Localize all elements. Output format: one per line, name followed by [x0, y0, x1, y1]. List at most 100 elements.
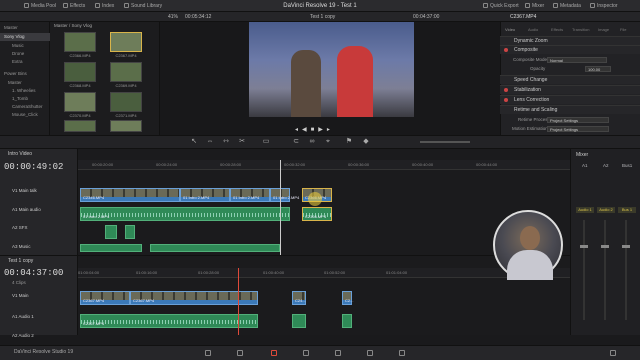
fusion-page-icon[interactable] — [303, 350, 309, 356]
timeline2-name[interactable]: Test 1 copy — [8, 258, 33, 264]
position-lock-icon[interactable]: ⌖ — [324, 138, 332, 146]
timeline2-playhead[interactable] — [238, 268, 239, 335]
cut-page-icon[interactable] — [237, 350, 243, 356]
timeline-audio-clip[interactable]: 01 Intro 2.MP4 — [80, 207, 290, 221]
selection-tool-icon[interactable]: ↖ — [190, 138, 198, 146]
video-preview[interactable] — [249, 22, 414, 117]
zoom-level[interactable]: 41% — [168, 12, 178, 22]
fader-knob[interactable] — [622, 245, 630, 248]
marker-icon[interactable]: ◆ — [362, 138, 370, 146]
zoom-slider[interactable] — [420, 141, 470, 143]
inspector-tab-image[interactable]: Image — [598, 27, 609, 32]
inspector-button[interactable]: Inspector — [590, 0, 618, 12]
timeline-video-clip[interactable]: C2346.MP4 — [80, 188, 180, 202]
snapping-icon[interactable]: ⊂ — [292, 138, 300, 146]
metadata-button[interactable]: Metadata — [553, 0, 581, 12]
timeline2-ruler[interactable]: 01:00:04:00 01:00:16:00 01:00:28:00 01:0… — [78, 268, 570, 278]
blade-tool-icon[interactable]: ✂ — [238, 138, 246, 146]
section-stabilization[interactable]: Stabilization — [500, 85, 640, 94]
mixer-label-audio1[interactable]: Audio 1 — [576, 207, 594, 213]
clip-thumbnail[interactable] — [64, 62, 96, 82]
flag-icon[interactable]: ⚑ — [345, 138, 353, 146]
settings-gear-icon[interactable] — [610, 350, 616, 356]
bin-music[interactable]: Music — [0, 42, 50, 50]
clip-thumbnail[interactable] — [110, 62, 142, 82]
power-bin-item[interactable]: 1_Tomb — [0, 95, 50, 103]
timeline1-playhead[interactable] — [280, 160, 281, 255]
inspector-tab-transition[interactable]: Transition — [572, 27, 589, 32]
insert-clip-icon[interactable]: ▭ — [262, 138, 270, 146]
index-button[interactable]: Index — [95, 0, 114, 12]
enabled-dot-icon[interactable] — [504, 98, 508, 102]
timeline1-ruler[interactable]: 00:00:20:00 00:00:24:00 00:00:28:00 00:0… — [78, 160, 570, 170]
timeline1-name[interactable]: Intro Video — [8, 151, 32, 157]
inspector-tab-file[interactable]: File — [620, 27, 626, 32]
retime-process-select[interactable]: Project Settings — [547, 117, 609, 123]
section-retime-scaling[interactable]: Retime and Scaling — [500, 105, 640, 114]
inspector-tab-effects[interactable]: Effects — [551, 27, 563, 32]
timeline-sfx-clip[interactable] — [105, 225, 117, 239]
enabled-dot-icon[interactable] — [504, 48, 508, 52]
clip-thumbnail[interactable] — [110, 32, 142, 52]
timeline-audio-clip[interactable]: C2367.MP4 — [80, 314, 258, 328]
timeline-music-clip[interactable] — [80, 244, 142, 252]
timeline-video-clip[interactable]: C2... — [342, 291, 353, 305]
clip-thumbnail[interactable] — [64, 32, 96, 52]
clip-thumbnail[interactable] — [64, 92, 96, 112]
clip-thumbnail[interactable] — [110, 120, 142, 132]
power-bin-item[interactable]: CameraShutter — [0, 103, 50, 111]
quick-export-button[interactable]: Quick Export — [483, 0, 519, 12]
transport-controls[interactable]: ◂◀■▶▸ — [295, 126, 345, 133]
section-speed-change[interactable]: Speed Change — [500, 75, 640, 84]
dynamic-trim-icon[interactable]: ⇿ — [222, 138, 230, 146]
mixer-button[interactable]: Mixer — [525, 0, 544, 12]
bin-sony-vlog[interactable]: Sony Vlog — [0, 33, 50, 41]
power-bin-item[interactable]: Mouse_Click — [0, 111, 50, 119]
trim-tool-icon[interactable]: ⇔ — [206, 138, 214, 146]
clip-thumbnail[interactable] — [64, 120, 96, 132]
bin-master[interactable]: Master — [0, 24, 50, 32]
timeline-video-clip[interactable]: 01 Intro 2.MP4 — [230, 188, 270, 202]
section-dynamic-zoom[interactable]: Dynamic Zoom — [500, 36, 640, 45]
track-a1-name: A1 Main audio — [12, 207, 41, 212]
media-pool-button[interactable]: Media Pool — [24, 0, 56, 12]
fairlight-page-icon[interactable] — [367, 350, 373, 356]
timeline-audio-clip[interactable] — [292, 314, 306, 328]
section-lens-correction[interactable]: Lens Correction — [500, 95, 640, 104]
fader-bus1[interactable] — [625, 220, 627, 320]
timeline-sfx-clip[interactable] — [125, 225, 135, 239]
edit-page-icon[interactable] — [271, 350, 277, 356]
fader-knob[interactable] — [580, 245, 588, 248]
enabled-dot-icon[interactable] — [504, 88, 508, 92]
timeline-selector[interactable]: Test 1 copy — [310, 12, 335, 22]
inspector-tab-video[interactable]: Video — [505, 27, 515, 32]
clip-label: C2367.MP4 — [83, 298, 105, 303]
timeline-video-clip[interactable]: C24... — [292, 291, 306, 305]
link-icon[interactable]: ∞ — [308, 138, 316, 146]
bin-drone[interactable]: Drone — [0, 50, 50, 58]
deliver-page-icon[interactable] — [399, 350, 405, 356]
media-page-icon[interactable] — [205, 350, 211, 356]
color-page-icon[interactable] — [335, 350, 341, 356]
clip-thumbnail[interactable] — [110, 92, 142, 112]
fader-knob[interactable] — [601, 245, 609, 248]
section-composite[interactable]: Composite — [500, 45, 640, 54]
opacity-input[interactable]: 100.00 — [585, 66, 611, 72]
power-bin-master[interactable]: Master — [0, 79, 50, 87]
bin-extra[interactable]: Extra — [0, 58, 50, 66]
effects-button[interactable]: Effects — [63, 0, 85, 12]
fader-a2[interactable] — [604, 220, 606, 320]
timeline-audio-clip-selected[interactable]: C2366.MP4 — [302, 207, 332, 221]
mixer-label-audio2[interactable]: Audio 2 — [597, 207, 615, 213]
power-bin-item[interactable]: 1. Wheelies — [0, 87, 50, 95]
timeline-music-clip[interactable] — [150, 244, 280, 252]
timeline-video-clip[interactable]: C2367.MP4 — [80, 291, 130, 305]
mixer-label-bus1[interactable]: Bus 1 — [618, 207, 636, 213]
timeline-video-clip[interactable]: 01 Intro 2.MP4 — [180, 188, 230, 202]
sound-library-button[interactable]: Sound Library — [124, 0, 162, 12]
timeline-audio-clip[interactable] — [342, 314, 352, 328]
motion-estimation-select[interactable]: Project Settings — [547, 126, 609, 132]
inspector-tab-audio[interactable]: Audio — [528, 27, 538, 32]
fader-a1[interactable] — [583, 220, 585, 320]
composite-mode-select[interactable]: Normal — [547, 57, 607, 63]
